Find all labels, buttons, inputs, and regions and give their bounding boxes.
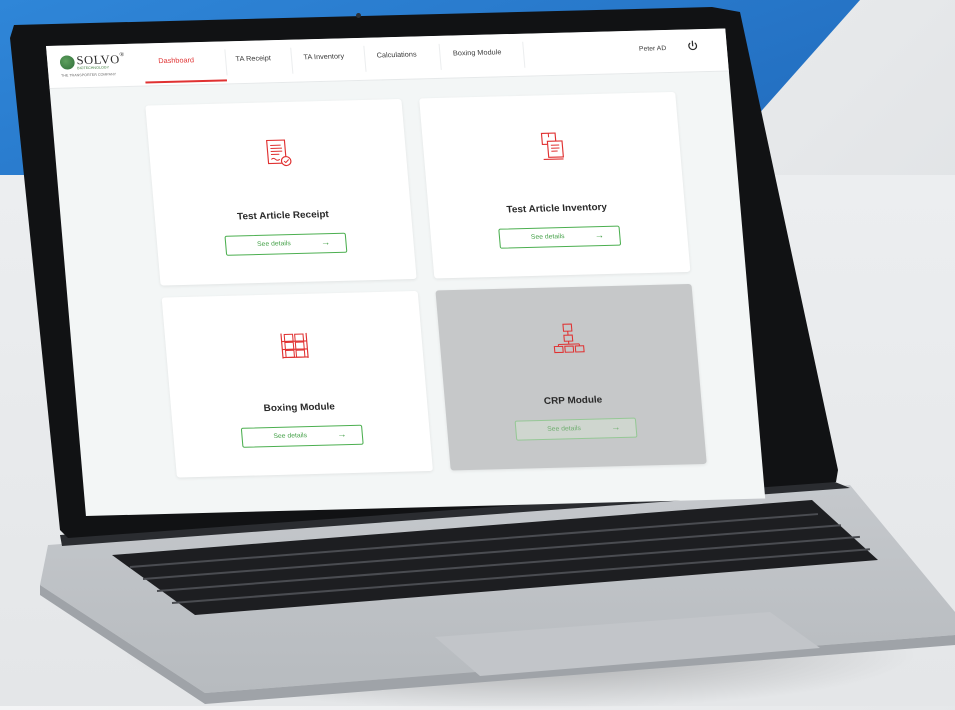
tab-boxing-module[interactable]: Boxing Module bbox=[453, 49, 502, 57]
leaf-globe-icon bbox=[59, 55, 75, 69]
logo-subtitle: BIOTECHNOLOGY bbox=[77, 65, 109, 70]
tab-ta-inventory[interactable]: TA Inventory bbox=[303, 53, 344, 61]
tab-divider bbox=[224, 49, 227, 75]
card-title: Test Article Receipt bbox=[155, 207, 412, 225]
card-title: CRP Module bbox=[445, 392, 702, 410]
shelves-boxes-icon bbox=[275, 328, 313, 363]
document-check-icon bbox=[258, 136, 296, 171]
button-label: See details bbox=[531, 233, 565, 241]
arrow-right-icon: → bbox=[337, 429, 347, 439]
solvo-logo[interactable]: SOLVO® BIOTECHNOLOGY THE TRANSPORTER COM… bbox=[59, 52, 135, 82]
arrow-right-icon: → bbox=[320, 237, 330, 247]
active-tab-indicator bbox=[145, 79, 227, 83]
see-details-button[interactable]: See details → bbox=[514, 418, 637, 441]
card-crp-module: CRP Module See details → bbox=[435, 284, 706, 471]
card-test-article-inventory: Test Article Inventory See details → bbox=[419, 92, 690, 279]
logo-registered: ® bbox=[119, 52, 125, 58]
card-test-article-receipt: Test Article Receipt See details → bbox=[145, 99, 416, 286]
card-title: Boxing Module bbox=[171, 399, 428, 417]
button-label: See details bbox=[257, 240, 291, 248]
see-details-button[interactable]: See details → bbox=[498, 226, 621, 249]
arrow-right-icon: → bbox=[594, 230, 604, 240]
hierarchy-boxes-icon bbox=[549, 321, 587, 356]
box-documents-icon bbox=[532, 129, 570, 164]
card-boxing-module: Boxing Module See details → bbox=[162, 291, 433, 478]
power-icon[interactable] bbox=[686, 40, 698, 51]
app-screen: SOLVO® BIOTECHNOLOGY THE TRANSPORTER COM… bbox=[46, 28, 765, 516]
card-title: Test Article Inventory bbox=[428, 200, 685, 218]
tab-dashboard[interactable]: Dashboard bbox=[158, 57, 194, 65]
button-label: See details bbox=[547, 425, 581, 433]
tab-ta-receipt[interactable]: TA Receipt bbox=[235, 55, 271, 63]
see-details-button[interactable]: See details → bbox=[240, 425, 363, 448]
arrow-right-icon: → bbox=[611, 422, 621, 432]
camera-icon bbox=[356, 13, 361, 18]
user-name[interactable]: Peter AD bbox=[639, 45, 667, 53]
button-label: See details bbox=[273, 432, 307, 440]
tab-divider bbox=[439, 44, 442, 70]
see-details-button[interactable]: See details → bbox=[224, 233, 347, 256]
tab-calculations[interactable]: Calculations bbox=[376, 51, 416, 59]
tab-divider bbox=[290, 48, 293, 74]
tab-divider bbox=[522, 42, 525, 68]
tab-divider bbox=[363, 46, 366, 72]
logo-tagline: THE TRANSPORTER COMPANY bbox=[61, 72, 116, 77]
